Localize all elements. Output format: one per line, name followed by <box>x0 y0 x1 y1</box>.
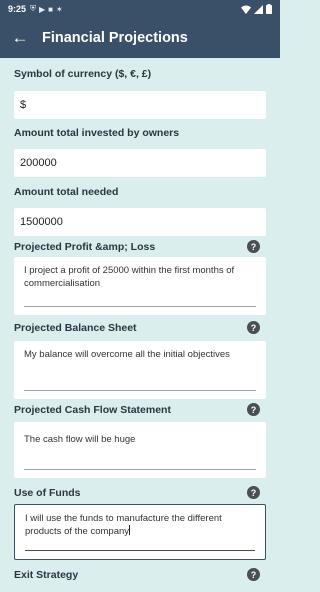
form-scroll-area[interactable]: Symbol of currency ($, €, £) $ Amount to… <box>0 58 280 592</box>
balance-sheet-text: My balance will overcome all the initial… <box>24 349 230 360</box>
cash-flow-label: Projected Cash Flow Statement <box>14 404 171 416</box>
cash-flow-input[interactable]: The cash flow will be huge <box>14 422 266 478</box>
signal-icon <box>254 4 263 14</box>
use-of-funds-text: I will use the funds to manufacture the … <box>25 513 222 537</box>
currency-input[interactable]: $ <box>14 91 266 119</box>
input-underline <box>24 390 256 391</box>
back-button[interactable]: ← <box>0 28 40 48</box>
needed-label: Amount total needed <box>14 186 119 198</box>
needed-input[interactable]: 1500000 <box>14 208 266 236</box>
compass-icon: ✶ <box>56 4 63 14</box>
invested-label: Amount total invested by owners <box>14 127 180 139</box>
arrow-left-icon: ← <box>11 28 29 47</box>
page-title: Financial Projections <box>42 30 188 46</box>
help-icon[interactable]: ? <box>247 568 260 581</box>
wifi-icon <box>241 5 251 14</box>
input-underline <box>25 549 255 551</box>
help-icon[interactable]: ? <box>247 240 260 253</box>
input-underline <box>24 306 256 307</box>
exit-strategy-label: Exit Strategy <box>14 569 79 581</box>
profit-loss-text: I project a profit of 25000 within the f… <box>24 265 235 289</box>
help-icon[interactable]: ? <box>247 321 260 334</box>
use-of-funds-label: Use of Funds <box>14 487 81 499</box>
shield-icon: ⛨ <box>30 4 37 13</box>
status-bar: 9:25 ⛨ ▶ ■ ✶ <box>0 0 280 18</box>
help-icon[interactable]: ? <box>247 486 260 499</box>
input-underline <box>24 469 256 470</box>
app-bar: ← Financial Projections <box>0 18 280 58</box>
balance-sheet-input[interactable]: My balance will overcome all the initial… <box>14 341 266 399</box>
battery-icon <box>266 4 272 14</box>
cash-flow-text: The cash flow will be huge <box>24 434 136 445</box>
play-circle-icon: ▶ <box>39 4 46 14</box>
currency-label: Symbol of currency ($, €, £) <box>14 68 152 80</box>
balance-sheet-label: Projected Balance Sheet <box>14 322 137 334</box>
use-of-funds-input[interactable]: I will use the funds to manufacture the … <box>14 504 266 560</box>
profit-loss-input[interactable]: I project a profit of 25000 within the f… <box>14 257 266 315</box>
sim-icon: ■ <box>48 4 54 14</box>
status-time: 9:25 <box>8 4 27 14</box>
invested-input[interactable]: 200000 <box>14 149 266 177</box>
profit-loss-label: Projected Profit &amp; Loss <box>14 241 156 253</box>
help-icon[interactable]: ? <box>247 403 260 416</box>
text-caret <box>129 525 131 535</box>
